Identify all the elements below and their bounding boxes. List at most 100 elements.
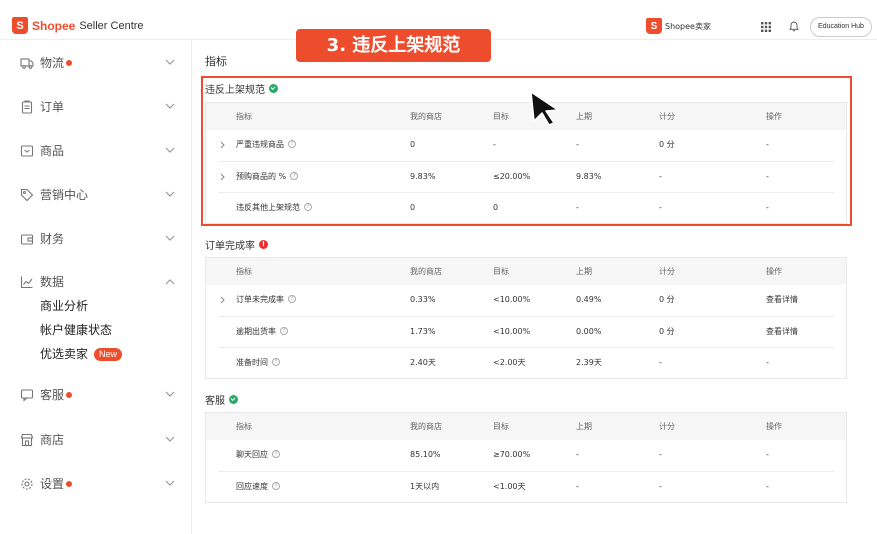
header-target: 目标 (493, 267, 509, 276)
sidebar-item-label: 物流 (40, 55, 73, 71)
metric-name: 预购商品的 %? (236, 162, 299, 192)
warning-icon: ! (259, 240, 268, 249)
status-ok-icon (229, 395, 238, 404)
section-title-listing-violations: 违反上架规范 (205, 81, 278, 96)
chevron-right-icon[interactable] (220, 296, 225, 304)
sidebar-item-label: 设置 (40, 476, 73, 492)
metric-previous: 0.00% (576, 327, 602, 336)
metric-previous: - (576, 203, 579, 212)
chevron-down-icon (165, 191, 175, 197)
status-ok-icon (269, 84, 278, 93)
sidebar-item-logistics[interactable]: 物流 (0, 51, 192, 75)
help-icon[interactable]: ? (272, 481, 280, 490)
education-hub-button[interactable]: Education Hub (810, 17, 872, 37)
sidebar-subitem-account-health[interactable]: 帐户健康状态 (40, 322, 112, 338)
shop-switcher[interactable]: S Shopee卖家 (646, 18, 711, 34)
view-details-link[interactable]: 查看详情 (766, 317, 798, 347)
table-row: 回应速度? 1天以内 <1.00天 - - - (218, 471, 834, 502)
sidebar-item-finance[interactable]: 财务 (0, 227, 192, 251)
store-icon (20, 433, 34, 447)
chevron-down-icon (165, 235, 175, 241)
metrics-table-order-completion: 指标 我的商店 目标 上期 计分 操作 订单未完成率? 0.33% <10.00… (205, 257, 847, 379)
table-row[interactable]: 严重违规商品? 0 - - 0 分 - (218, 130, 834, 161)
sidebar-item-orders[interactable]: 订单 (0, 95, 192, 119)
chevron-right-icon[interactable] (220, 141, 225, 149)
help-icon[interactable]: ? (304, 202, 312, 211)
metric-previous: - (576, 482, 579, 491)
help-icon[interactable]: ? (288, 294, 296, 303)
header-target: 目标 (493, 112, 509, 121)
metric-action: - (766, 140, 769, 149)
metric-action: - (766, 203, 769, 212)
metric-my-shop: 9.83% (410, 172, 436, 181)
header-action: 操作 (766, 422, 782, 431)
chevron-right-icon[interactable] (220, 173, 225, 181)
sidebar-item-marketing[interactable]: 营销中心 (0, 183, 192, 207)
sidebar-item-label: 财务 (40, 232, 65, 246)
header-score: 计分 (659, 267, 675, 276)
chevron-down-icon (165, 391, 175, 397)
metric-name: 回应速度? (236, 472, 280, 502)
wallet-icon (20, 234, 34, 245)
help-icon[interactable]: ? (288, 139, 296, 148)
metric-score: - (659, 203, 662, 212)
table-header: 指标 我的商店 目标 上期 计分 操作 (206, 258, 846, 285)
sidebar-item-data[interactable]: 数据 (0, 270, 192, 294)
metric-previous: 9.83% (576, 172, 602, 181)
metric-name: 逾期出货率? (236, 317, 288, 347)
clipboard-icon (21, 100, 33, 114)
metric-my-shop: 1.73% (410, 327, 436, 336)
notification-dot (66, 59, 73, 66)
header-my-shop: 我的商店 (410, 112, 442, 121)
metric-score: - (659, 358, 662, 367)
bell-icon[interactable] (789, 21, 799, 32)
brand-name: Shopee (32, 18, 76, 33)
table-row[interactable]: 预购商品的 %? 9.83% ≤20.00% 9.83% - - (218, 161, 834, 192)
help-icon[interactable]: ? (272, 449, 280, 458)
metric-my-shop: 2.40天 (410, 358, 436, 367)
box-icon (20, 145, 34, 157)
page-title: 指标 (205, 55, 227, 68)
header-score: 计分 (659, 112, 675, 121)
sidebar-item-shop[interactable]: 商店 (0, 428, 192, 452)
metrics-table-customer-service: 指标 我的商店 目标 上期 计分 操作 聊天回应? 85.10% ≥70.00%… (205, 412, 847, 503)
metric-action: - (766, 172, 769, 181)
help-icon[interactable]: ? (272, 357, 280, 366)
shop-label: Shopee卖家 (665, 21, 711, 31)
metric-my-shop: 0 (410, 140, 416, 149)
table-header: 指标 我的商店 目标 上期 计分 操作 (206, 103, 846, 130)
metric-name: 违反其他上架规范? (236, 193, 312, 223)
truck-icon (20, 58, 34, 69)
sidebar-subitem-business-insights[interactable]: 商业分析 (40, 298, 88, 314)
chevron-down-icon (165, 59, 175, 65)
step-banner: 3. 违反上架规范 (296, 29, 491, 62)
brand-logo[interactable]: S Shopee Seller Centre (12, 17, 144, 34)
metric-score: 0 分 (659, 295, 675, 304)
metric-name: 准备时间? (236, 348, 280, 378)
help-icon[interactable]: ? (290, 171, 299, 180)
metric-action: - (766, 482, 769, 491)
metric-score: - (659, 450, 662, 459)
view-details-link[interactable]: 查看详情 (766, 285, 798, 315)
table-row: 违反其他上架规范? 0 0 - - - (218, 192, 834, 223)
sidebar-item-products[interactable]: 商品 (0, 139, 192, 163)
sidebar-subitem-preferred-seller[interactable]: 优选卖家 New (40, 346, 123, 362)
sidebar-item-label: 订单 (40, 100, 65, 114)
chevron-up-icon (165, 279, 175, 285)
chevron-down-icon (165, 480, 175, 486)
sidebar-item-label: 商品 (40, 144, 65, 158)
sidebar-item-settings[interactable]: 设置 (0, 472, 192, 496)
metric-target: ≤20.00% (493, 172, 531, 181)
table-row[interactable]: 订单未完成率? 0.33% <10.00% 0.49% 0 分 查看详情 (218, 285, 834, 316)
tag-icon (20, 188, 34, 202)
table-header: 指标 我的商店 目标 上期 计分 操作 (206, 413, 846, 440)
help-icon[interactable]: ? (280, 326, 288, 335)
metric-action: - (766, 358, 769, 367)
metric-score: 0 分 (659, 327, 675, 336)
table-row: 准备时间? 2.40天 <2.00天 2.39天 - - (218, 347, 834, 378)
sidebar-item-customer-service[interactable]: 客服 (0, 383, 192, 407)
apps-grid-icon[interactable] (761, 22, 771, 32)
notification-dot (66, 391, 73, 398)
header-metric: 指标 (236, 422, 252, 431)
metric-score: - (659, 482, 662, 491)
